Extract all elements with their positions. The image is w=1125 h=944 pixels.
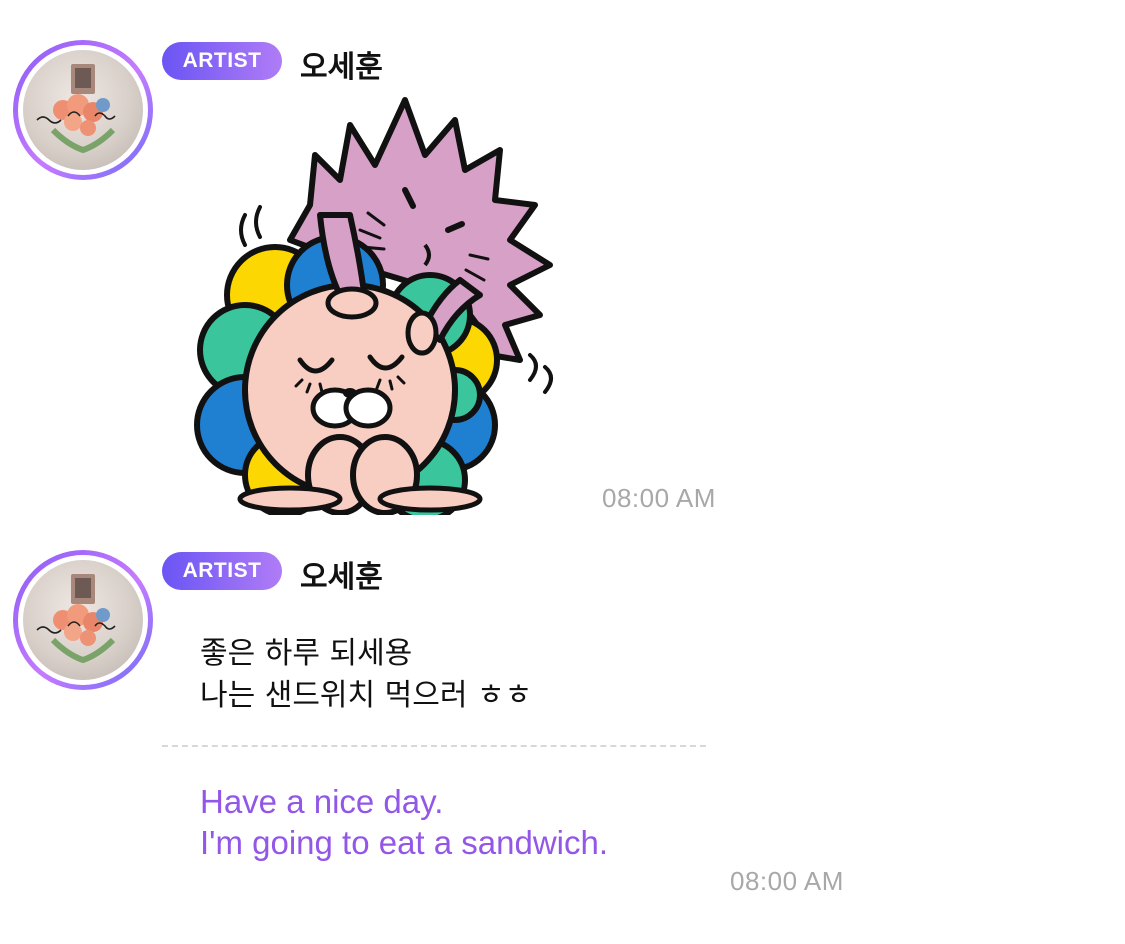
artist-badge: ARTIST [162,552,282,590]
sender-name[interactable]: 오세훈 [300,552,383,596]
lion-and-hedgehog-sticker-icon[interactable] [190,95,570,523]
translation-divider [162,745,706,747]
message-line: 좋은 하루 되세용 [200,636,413,671]
artist-badge: ARTIST [162,42,282,80]
translation-line: Have a nice day. [200,783,444,820]
avatar[interactable] [13,40,153,180]
message-body[interactable]: 좋은 하루 되세용 나는 샌드위치 먹으러 ㅎㅎ [200,633,532,717]
avatar[interactable] [13,550,153,690]
message-time: 08:00 AM [602,483,716,513]
message-line: 나는 샌드위치 먹으러 ㅎㅎ [200,678,533,713]
message-sticker: ARTIST 오세훈 08:00 AM [0,0,1125,530]
avatar-photo [23,50,143,170]
message-time: 08:00 AM [730,866,844,896]
translation-text[interactable]: Have a nice day. I'm going to eat a sand… [200,781,608,863]
message-text: ARTIST 오세훈 좋은 하루 되세용 나는 샌드위치 먹으러 ㅎㅎ [0,530,1125,944]
avatar-photo [23,560,143,680]
sender-name[interactable]: 오세훈 [300,42,383,86]
translation-line: I'm going to eat a sandwich. [200,824,609,861]
